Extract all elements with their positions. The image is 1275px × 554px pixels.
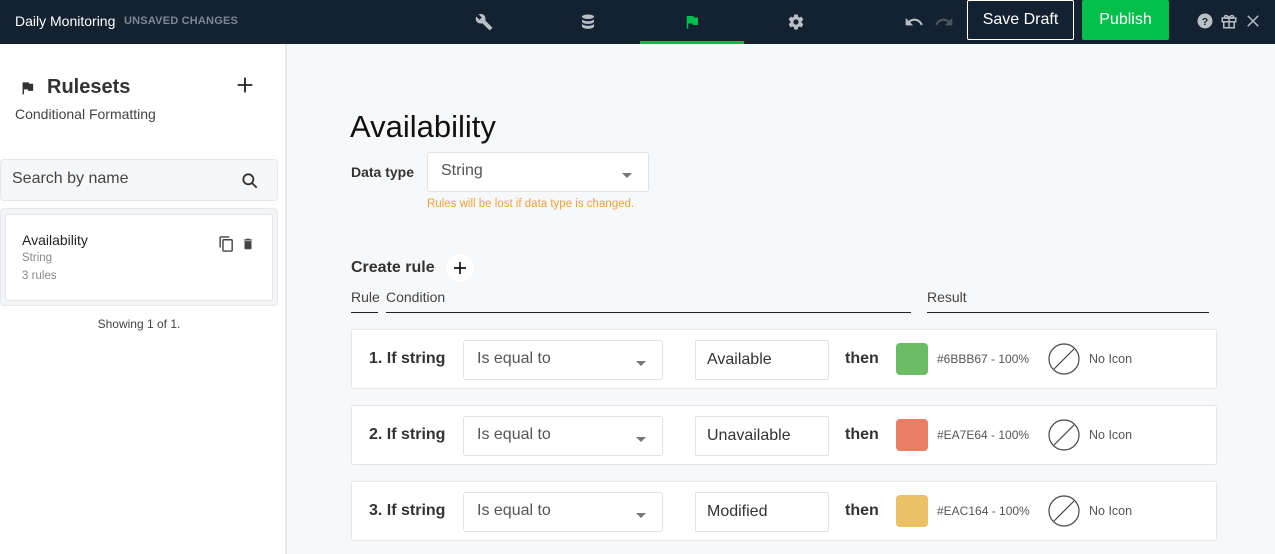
data-type-label: Data type [351,164,415,180]
add-ruleset-button[interactable] [234,74,256,96]
color-swatch[interactable] [896,495,928,527]
gift-icon[interactable] [1220,12,1238,30]
flag-icon [686,16,698,29]
condition-value-input[interactable] [695,492,829,532]
icon-label: No Icon [1089,428,1133,442]
database-icon [582,14,594,29]
trash-icon[interactable] [241,236,255,252]
rule-row: 1. If string Is equal to then #6BBB67 - … [351,329,1217,389]
condition-value-input[interactable] [695,340,829,380]
data-type-value: String [441,162,483,179]
caret-down-icon [636,513,646,518]
unsaved-status: UNSAVED CHANGES [124,15,239,27]
tab-flag[interactable] [640,0,744,44]
sidebar-title: Rulesets [47,76,131,98]
sidebar-subtitle: Conditional Formatting [15,106,156,122]
plus-icon [454,262,466,274]
column-header-result: Result [927,289,1209,313]
tab-wrench[interactable] [432,0,536,44]
svg-text:?: ? [1202,16,1208,28]
search-box [0,159,278,201]
operator-value: Is equal to [477,426,551,443]
showing-count: Showing 1 of 1. [97,317,181,331]
add-rule-button[interactable] [446,254,474,282]
top-bar: Daily Monitoring UNSAVED CHANGES Save Dr… [0,0,1275,44]
create-rule-label: Create rule [351,259,435,276]
ruleset-name: Availability [22,232,88,248]
sidebar: Rulesets Conditional Formatting Availabi… [0,44,287,554]
no-icon-icon[interactable] [1048,343,1080,375]
save-draft-button[interactable]: Save Draft [967,0,1074,40]
app-title: Daily Monitoring [15,13,116,29]
wrench-icon [475,13,493,31]
column-header-condition: Condition [386,289,911,313]
undo-icon[interactable] [904,12,924,32]
no-icon-icon[interactable] [1048,495,1080,527]
color-value: #EAC164 - 100% [937,504,1030,518]
then-label: then [845,426,879,443]
operator-select[interactable]: Is equal to [463,340,663,380]
publish-button[interactable]: Publish [1082,0,1169,40]
color-value: #EA7E64 - 100% [937,428,1030,442]
help-icon[interactable]: ? [1196,12,1214,30]
redo-icon[interactable] [934,12,954,32]
color-swatch[interactable] [896,343,928,375]
rule-label: 1. If string [369,350,446,367]
copy-icon[interactable] [218,235,235,253]
then-label: then [845,350,879,367]
operator-select[interactable]: Is equal to [463,416,663,456]
search-input[interactable] [12,170,222,188]
no-icon-icon[interactable] [1048,419,1080,451]
operator-select[interactable]: Is equal to [463,492,663,532]
condition-value-input[interactable] [695,416,829,456]
rule-row: 3. If string Is equal to then #EAC164 - … [351,481,1217,541]
then-label: then [845,502,879,519]
data-type-select[interactable]: String [427,152,649,192]
operator-value: Is equal to [477,502,551,519]
rule-row: 2. If string Is equal to then #EA7E64 - … [351,405,1217,465]
data-type-warning: Rules will be lost if data type is chang… [427,198,635,210]
flag-icon [22,82,34,95]
color-swatch[interactable] [896,419,928,451]
tab-database[interactable] [536,0,640,44]
rule-label: 3. If string [369,502,446,519]
gear-icon [788,14,804,30]
ruleset-list: Availability String 3 rules [0,208,278,306]
rule-label: 2. If string [369,426,446,443]
search-icon[interactable] [240,171,260,191]
operator-value: Is equal to [477,350,551,367]
icon-label: No Icon [1089,352,1133,366]
close-icon[interactable] [1244,12,1262,30]
caret-down-icon [636,361,646,366]
column-header-rule: Rule [351,289,380,313]
ruleset-type: String [22,252,53,264]
caret-down-icon [636,437,646,442]
page-title: Availability [350,109,496,144]
ruleset-item[interactable]: Availability String 3 rules [5,214,273,301]
color-value: #6BBB67 - 100% [937,352,1030,366]
tab-settings[interactable] [744,0,848,44]
icon-label: No Icon [1089,504,1133,518]
caret-down-icon [622,173,632,178]
ruleset-rule-count: 3 rules [22,270,57,282]
